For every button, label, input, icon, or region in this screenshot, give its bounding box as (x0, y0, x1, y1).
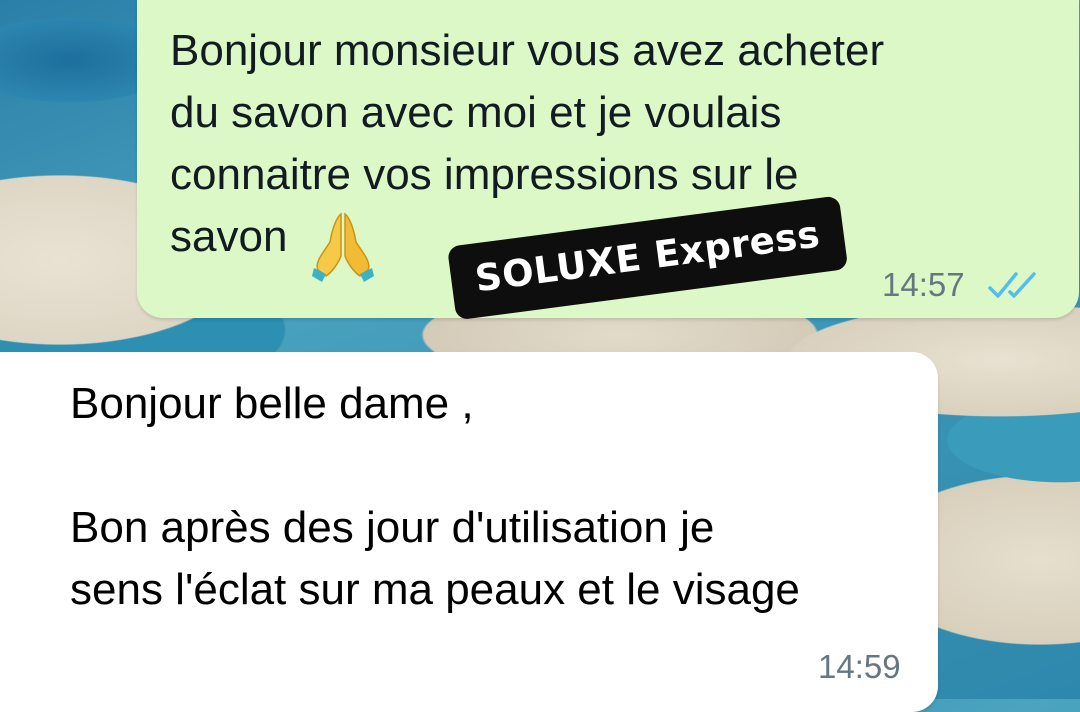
outgoing-message-time: 14:57 (882, 266, 965, 303)
incoming-message-time: 14:59 (818, 648, 901, 685)
incoming-message-body: Bon après des jour d'utilisation je sens… (70, 503, 800, 614)
folded-hands-icon (312, 212, 374, 282)
read-double-check-icon (988, 272, 1036, 298)
incoming-message-greeting: Bonjour belle dame , (70, 379, 474, 428)
